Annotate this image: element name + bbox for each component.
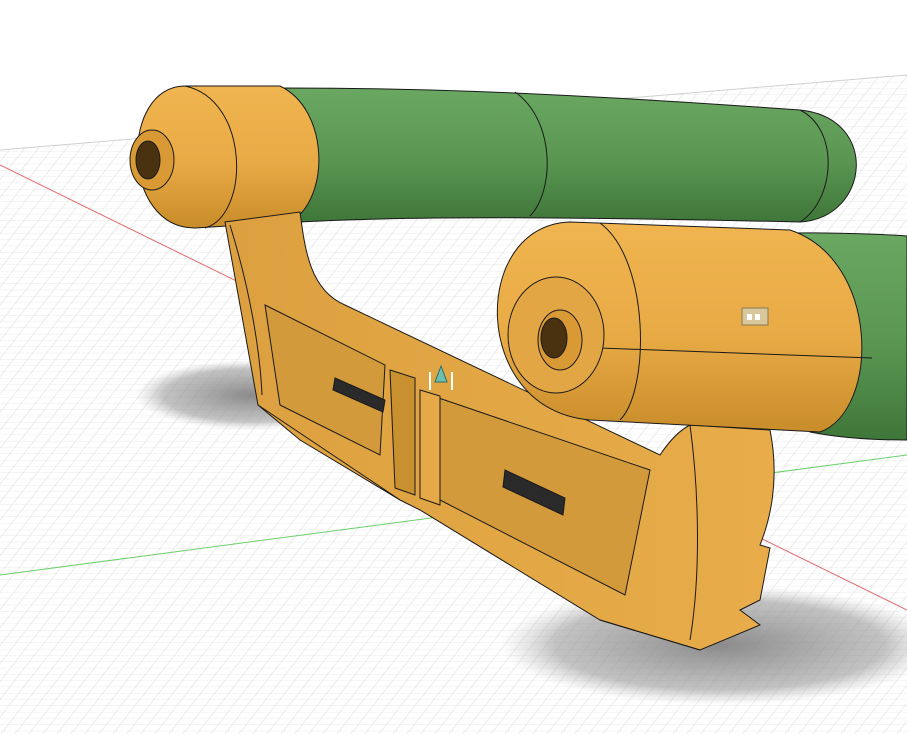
front-end-cap bbox=[496, 221, 873, 433]
back-end-cap bbox=[129, 85, 320, 229]
component-joint-icon[interactable] bbox=[741, 307, 769, 326]
model-scene[interactable] bbox=[0, 0, 907, 734]
3d-viewport[interactable] bbox=[0, 0, 907, 734]
back-grip-tube bbox=[284, 87, 857, 223]
